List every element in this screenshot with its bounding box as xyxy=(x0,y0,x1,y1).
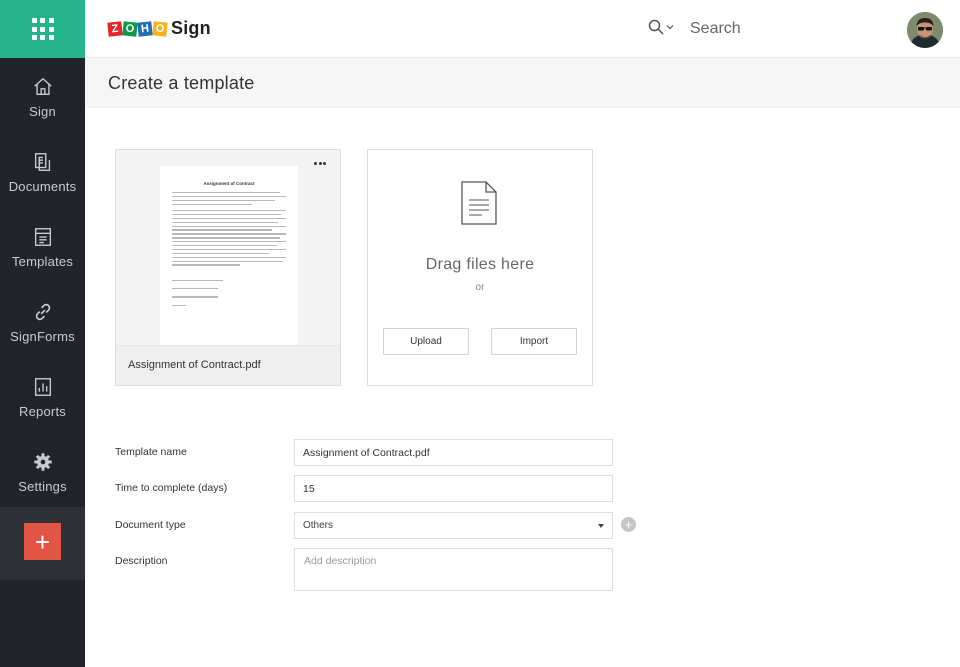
template-name-input[interactable] xyxy=(294,439,613,466)
page-title: Create a template xyxy=(108,73,255,93)
description-label: Description xyxy=(115,555,168,567)
sidebar-item-label: Templates xyxy=(11,254,74,269)
drag-files-text: Drag files here xyxy=(425,256,535,273)
plus-icon: + xyxy=(34,526,51,557)
user-avatar-icon xyxy=(907,12,943,48)
sidebar-item-settings[interactable]: Settings xyxy=(0,435,85,510)
sidebar-item-templates[interactable]: Templates xyxy=(0,210,85,285)
document-type-select[interactable]: Others xyxy=(294,512,613,539)
description-input[interactable] xyxy=(294,548,613,591)
template-name-label: Template name xyxy=(115,446,187,458)
thumbnail-text-lines xyxy=(172,192,286,306)
or-separator: or xyxy=(475,282,485,293)
gear-icon xyxy=(33,453,52,471)
sidebar-item-label: Settings xyxy=(18,479,67,494)
apps-grid-icon xyxy=(31,18,54,40)
sidebar-item-signforms[interactable]: SignForms xyxy=(0,285,85,360)
page-title-bar: Create a template xyxy=(85,58,960,108)
sidebar-item-label: Reports xyxy=(19,404,66,419)
sidebar-add-area: + xyxy=(0,507,85,580)
avatar[interactable] xyxy=(907,12,943,48)
chevron-down-icon xyxy=(666,25,674,30)
caret-down-icon xyxy=(598,523,604,528)
sidebar-item-sign[interactable]: Sign xyxy=(0,60,85,135)
more-options-button[interactable] xyxy=(313,162,326,165)
add-document-type-button[interactable]: + xyxy=(621,517,636,532)
search-icon xyxy=(648,19,664,35)
zoho-letter: O xyxy=(122,20,138,37)
search-scope-toggle[interactable] xyxy=(648,19,674,35)
time-to-complete-input[interactable] xyxy=(294,475,613,502)
sidebar-item-documents[interactable]: Documents xyxy=(0,135,85,210)
document-card[interactable]: Assignment of Contract Assignment of Con… xyxy=(115,149,341,386)
templates-icon xyxy=(34,228,51,246)
app-switcher-button[interactable] xyxy=(0,0,85,58)
search-input[interactable] xyxy=(690,16,890,42)
document-type-label: Document type xyxy=(115,519,186,531)
import-button[interactable]: Import xyxy=(491,328,577,355)
sidebar-item-reports[interactable]: Reports xyxy=(0,360,85,435)
zoho-letter: H xyxy=(137,20,153,37)
documents-icon xyxy=(34,153,50,171)
sidebar: Sign Documents Templates SignForms Repor… xyxy=(0,0,85,667)
sidebar-item-label: Sign xyxy=(29,104,56,119)
time-to-complete-label: Time to complete (days) xyxy=(115,482,228,494)
sidebar-item-label: Documents xyxy=(8,179,77,194)
upload-button[interactable]: Upload xyxy=(383,328,469,355)
zoho-letter: Z xyxy=(107,20,123,37)
thumbnail-title: Assignment of Contract xyxy=(203,181,255,186)
reports-icon xyxy=(34,378,51,396)
more-dots-icon xyxy=(314,162,317,165)
sidebar-item-label: SignForms xyxy=(10,329,75,344)
document-file-name: Assignment of Contract.pdf xyxy=(128,359,261,371)
zoho-sign-logo[interactable]: Z O H O Sign xyxy=(107,18,211,39)
product-name: Sign xyxy=(171,18,211,38)
document-card-footer: Assignment of Contract.pdf xyxy=(116,345,340,385)
home-icon xyxy=(33,77,52,96)
file-drop-zone[interactable]: Drag files here or Upload Import xyxy=(367,149,593,386)
top-header: Z O H O Sign xyxy=(85,0,960,58)
document-thumbnail: Assignment of Contract xyxy=(160,166,298,346)
document-type-value: Others xyxy=(303,520,334,531)
file-icon xyxy=(461,181,497,225)
zoho-letter: O xyxy=(152,20,168,37)
link-icon xyxy=(35,303,50,321)
add-new-button[interactable]: + xyxy=(24,523,61,560)
zoho-brand-mark: Z O H O xyxy=(107,20,168,37)
